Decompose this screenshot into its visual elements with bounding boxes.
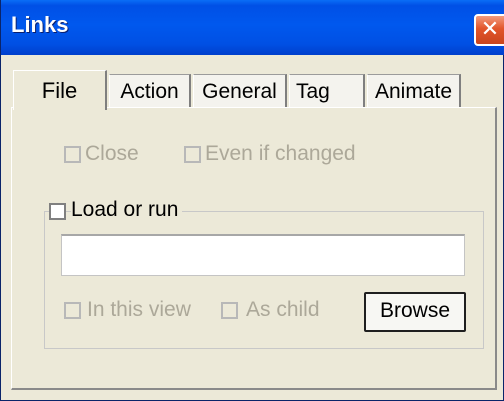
links-dialog: Links ✕ File Action General Tag Animate … [0, 0, 504, 401]
close-icon: ✕ [480, 16, 500, 41]
tab-animate[interactable]: Animate [367, 74, 461, 107]
load-or-run-label: Load or run [71, 198, 183, 222]
load-or-run-checkbox[interactable] [49, 203, 66, 220]
even-if-changed-label: Even if changed [205, 142, 356, 165]
in-this-view-checkbox[interactable] [64, 302, 81, 319]
browse-button[interactable]: Browse [364, 292, 466, 332]
close-checkbox[interactable] [64, 146, 81, 163]
tab-tag-label: Tag [296, 80, 330, 103]
tab-file[interactable]: File [13, 70, 107, 110]
tab-general[interactable]: General [193, 74, 287, 107]
even-if-changed-checkbox[interactable] [184, 146, 201, 163]
tab-file-label: File [41, 78, 78, 103]
tab-general-label: General [202, 80, 277, 103]
close-button[interactable]: ✕ [474, 14, 504, 46]
window-title: Links [11, 12, 69, 37]
tab-action-label: Action [120, 80, 179, 103]
as-child-checkbox[interactable] [221, 302, 238, 319]
tab-tag[interactable]: Tag [289, 74, 365, 107]
tab-animate-label: Animate [374, 80, 453, 103]
path-input[interactable] [61, 234, 465, 276]
browse-button-label: Browse [379, 299, 451, 322]
title-bar[interactable]: Links ✕ [1, 0, 504, 55]
as-child-label: As child [246, 298, 320, 321]
in-this-view-label: In this view [87, 298, 191, 321]
tab-action[interactable]: Action [109, 74, 191, 107]
close-checkbox-label: Close [85, 142, 139, 165]
